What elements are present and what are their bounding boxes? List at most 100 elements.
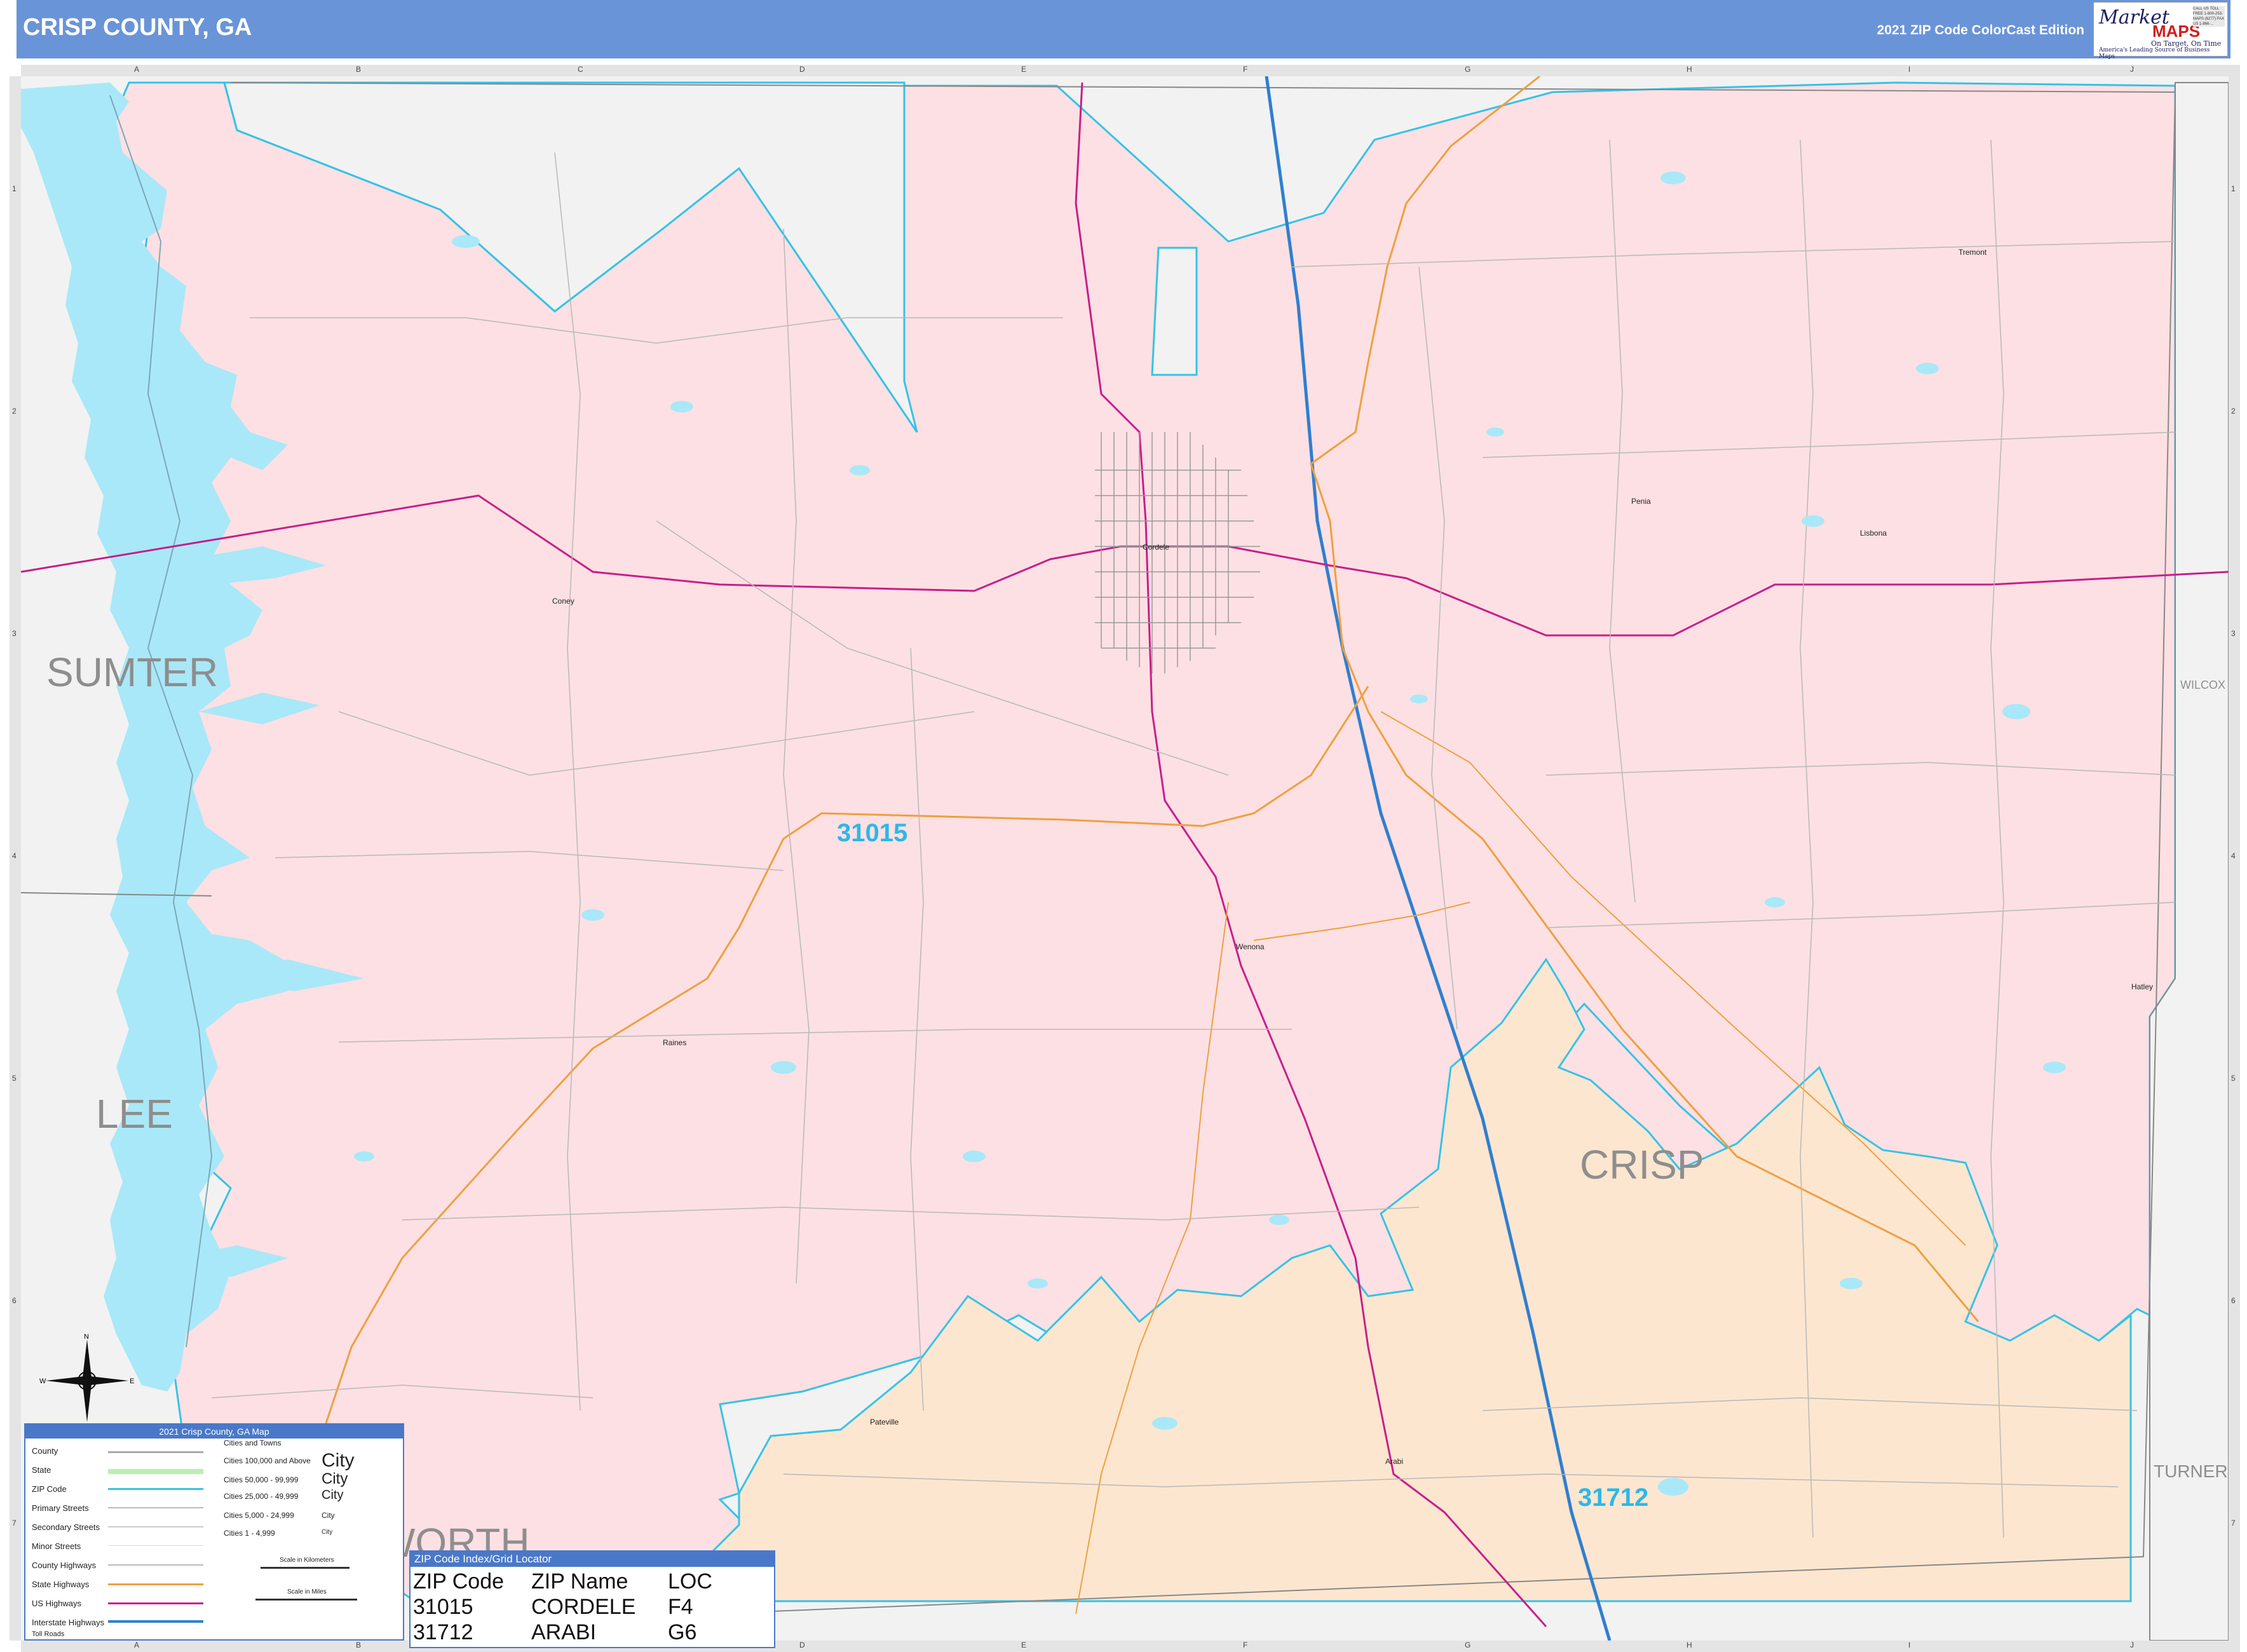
- grid-col-b-bottom: B: [356, 1641, 362, 1649]
- legend-scale-mi: Scale in Miles: [287, 1588, 327, 1595]
- grid-col-d-bottom: D: [799, 1641, 805, 1649]
- legend-toll: Toll Roads: [32, 1630, 65, 1638]
- grid-col-j-bottom: J: [2130, 1641, 2134, 1649]
- legend-primary-swatch: [108, 1507, 203, 1508]
- grid-col-a-bottom: A: [134, 1641, 140, 1649]
- legend-city-sample-4: City: [322, 1511, 335, 1520]
- grid-row-7: 7: [12, 1519, 17, 1527]
- outside-north-east-notch: [1151, 247, 1198, 376]
- city-label-lisbon: Lisbona: [1860, 529, 1887, 538]
- county-label-wilcox: WILCOX: [2180, 679, 2225, 691]
- grid-col-c: C: [578, 65, 583, 74]
- grid-column-bar-bottom: A B C D E F G H I J: [21, 1641, 2240, 1652]
- grid-row-4: 4: [12, 851, 17, 860]
- zip-index-title: ZIP Code Index/Grid Locator: [411, 1552, 774, 1567]
- zip-index-row-1-name: CORDELE: [531, 1595, 636, 1619]
- grid-row-1-right: 1: [2231, 184, 2236, 193]
- legend-city-class-2: Cities 50,000 - 99,999: [224, 1475, 299, 1484]
- county-map[interactable]: SUMTER LEE CRISP WORTH WILCOX TURNER 310…: [21, 76, 2229, 1641]
- grid-col-e-bottom: E: [1021, 1641, 1027, 1649]
- grid-col-h: H: [1687, 65, 1692, 74]
- compass-w: W: [39, 1378, 46, 1385]
- compass-n: N: [84, 1333, 89, 1341]
- legend-state-hwy: State Highways: [32, 1580, 90, 1589]
- grid-col-j: J: [2130, 65, 2134, 74]
- legend-secondary: Secondary Streets: [32, 1522, 100, 1532]
- grid-col-a: A: [134, 65, 140, 74]
- legend-city-sample-3: City: [322, 1488, 344, 1502]
- grid-col-g: G: [1465, 65, 1471, 74]
- legend-city-class-4: Cities 5,000 - 24,999: [224, 1511, 294, 1520]
- legend-state-hwy-swatch: [108, 1583, 203, 1585]
- legend-us-hwy: US Highways: [32, 1599, 82, 1608]
- logo-contact: CALL US TOLL FREE 1-800-253-MAPS (6277) …: [2193, 6, 2225, 27]
- legend-county-hwy-swatch: [108, 1564, 203, 1566]
- map-header: CRISP COUNTY, GA 2021 ZIP Code ColorCast…: [17, 0, 2230, 60]
- legend-minor-swatch: [108, 1545, 203, 1546]
- grid-col-d: D: [799, 65, 805, 74]
- city-label-rainey: Raines: [663, 1038, 686, 1047]
- grid-row-5: 5: [12, 1074, 17, 1083]
- grid-col-e: E: [1021, 65, 1027, 74]
- zip-index-header-zip: ZIP Code: [413, 1569, 505, 1594]
- city-label-cordele: Cordele: [1143, 543, 1169, 552]
- legend-county-hwy: County Highways: [32, 1561, 97, 1570]
- city-label-arabi: Arabi: [1385, 1457, 1403, 1466]
- grid-row-5-right: 5: [2231, 1074, 2236, 1083]
- legend-us-hwy-swatch: [108, 1602, 203, 1604]
- grid-row-1: 1: [12, 184, 17, 193]
- grid-row-7-right: 7: [2231, 1519, 2236, 1527]
- legend-state-swatch: [108, 1469, 203, 1474]
- city-label-tremont: Tremont: [1958, 248, 1987, 257]
- legend-zip: ZIP Code: [32, 1484, 67, 1494]
- grid-row-2: 2: [12, 407, 17, 416]
- legend-county-swatch: [108, 1451, 203, 1453]
- county-label-crisp: CRISP: [1580, 1142, 1704, 1188]
- grid-row-2-right: 2: [2231, 407, 2236, 416]
- legend-city-class-1: Cities 100,000 and Above: [224, 1456, 311, 1465]
- compass-rose-icon: N S E W: [39, 1333, 134, 1428]
- grid-col-h-bottom: H: [1687, 1641, 1692, 1649]
- legend-interstate: Interstate Highways: [32, 1618, 105, 1627]
- county-label-turner: TURNER: [2154, 1461, 2228, 1481]
- grid-row-bar-right: 1 2 3 4 5 6 7: [2229, 76, 2240, 1641]
- city-label-wenona: Wenona: [1236, 942, 1265, 951]
- legend-city-class-5: Cities 1 - 4,999: [224, 1529, 275, 1538]
- grid-row-6: 6: [12, 1296, 17, 1305]
- zip-index-row-2-loc: G6: [668, 1620, 697, 1644]
- map-legend: 2021 Crisp County, GA Map County State Z…: [24, 1423, 404, 1641]
- legend-county: County: [32, 1446, 58, 1456]
- legend-secondary-swatch: [108, 1526, 203, 1527]
- grid-col-i-bottom: I: [1908, 1641, 1911, 1649]
- logo-tagline-2: America's Leading Source of Business Map…: [2099, 47, 2210, 60]
- grid-col-g-bottom: G: [1465, 1641, 1471, 1649]
- legend-scale-km: Scale in Kilometers: [280, 1557, 334, 1564]
- zip-index-header-name: ZIP Name: [531, 1569, 628, 1594]
- legend-city-sample-1: City: [322, 1450, 355, 1471]
- grid-col-f: F: [1243, 65, 1248, 74]
- legend-state: State: [32, 1465, 51, 1475]
- city-label-coney: Coney: [552, 597, 574, 606]
- grid-row-3-right: 3: [2231, 629, 2236, 638]
- legend-interstate-swatch: [108, 1620, 203, 1623]
- grid-row-6-right: 6: [2231, 1296, 2236, 1305]
- zip-index-row-2-zip: 31712: [413, 1620, 473, 1644]
- map-title: CRISP COUNTY, GA: [23, 14, 252, 41]
- county-label-lee: LEE: [96, 1091, 173, 1137]
- zip-index-row-1-loc: F4: [668, 1595, 693, 1619]
- zip-index-table: ZIP Code Index/Grid Locator ZIP Code ZIP…: [409, 1550, 775, 1648]
- legend-city-sample-5: City: [322, 1529, 333, 1536]
- compass-e: E: [130, 1378, 134, 1385]
- zip-label-31015: 31015: [837, 819, 907, 847]
- legend-cities-header: Cities and Towns: [224, 1439, 282, 1447]
- legend-city-class-3: Cities 25,000 - 49,999: [224, 1492, 299, 1501]
- edition-label: 2021 ZIP Code ColorCast Edition: [1877, 23, 2084, 37]
- city-label-penia: Penia: [1631, 497, 1651, 506]
- legend-scale-mi-bar: [255, 1599, 357, 1601]
- legend-scale-km-bar: [261, 1567, 350, 1569]
- grid-column-bar-top: A B C D E F G H I J: [21, 65, 2240, 76]
- market-maps-logo[interactable]: Market MAPS On Target, On Time America's…: [2093, 2, 2228, 60]
- city-label-pateville: Pateville: [870, 1418, 899, 1426]
- zip-index-header-loc: LOC: [668, 1569, 712, 1594]
- grid-row-3: 3: [12, 629, 17, 638]
